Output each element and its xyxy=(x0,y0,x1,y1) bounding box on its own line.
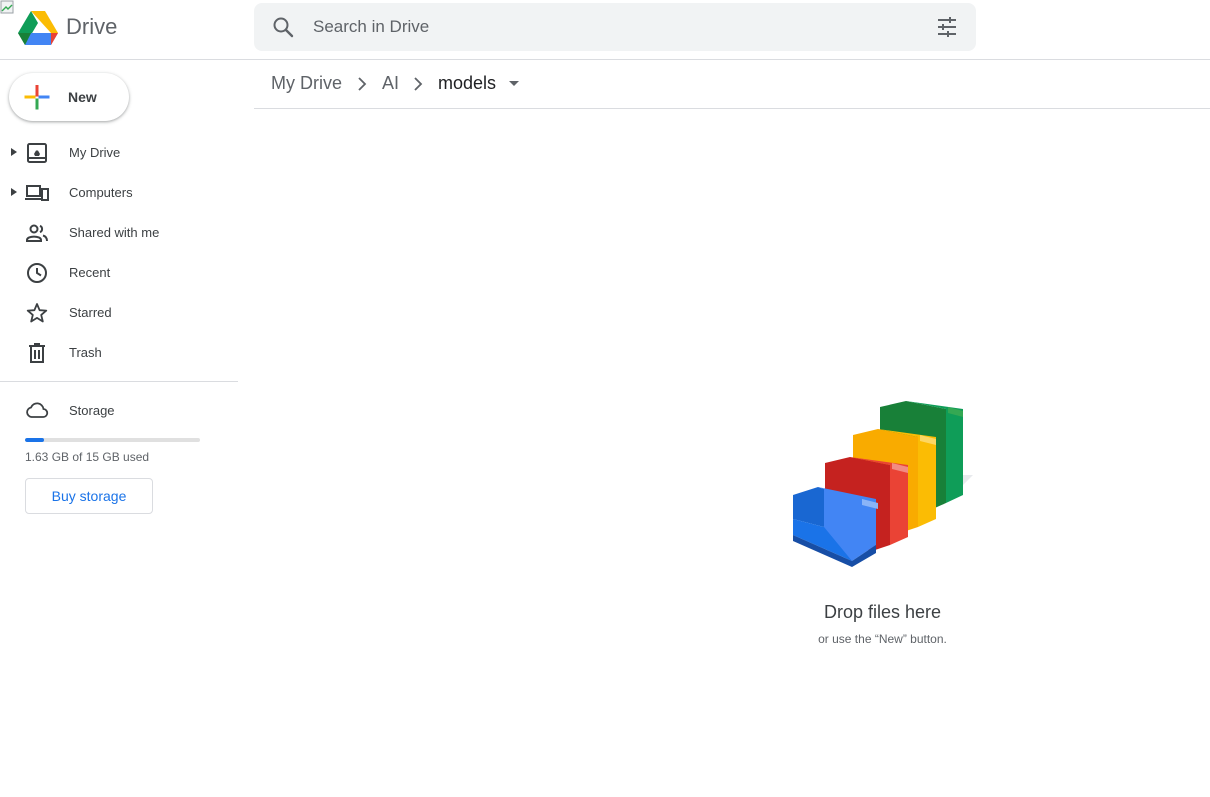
nav-list: My Drive Computers Shared with me Recent… xyxy=(0,132,238,372)
breadcrumb: My Drive AI models xyxy=(254,60,1210,109)
empty-state: Drop files here or use the “New” button. xyxy=(760,395,1005,655)
sidebar-item-storage[interactable]: Storage xyxy=(0,389,238,429)
my-drive-icon xyxy=(27,143,47,163)
sidebar-item-my-drive[interactable]: My Drive xyxy=(0,132,238,172)
storage-label: Storage xyxy=(69,403,115,418)
app-name: Drive xyxy=(66,14,118,39)
sidebar-item-label: Shared with me xyxy=(69,225,160,240)
trash-icon xyxy=(29,343,45,363)
sidebar-item-label: Starred xyxy=(69,305,112,320)
search-options-icon[interactable] xyxy=(935,15,959,39)
top-bar: Drive xyxy=(0,0,1210,60)
sidebar-item-shared-with-me[interactable]: Shared with me xyxy=(0,212,238,252)
storage-meter xyxy=(25,438,200,442)
breadcrumb-item-my-drive[interactable]: My Drive xyxy=(271,73,342,94)
buy-storage-button[interactable]: Buy storage xyxy=(25,478,153,514)
drive-logo[interactable]: Drive xyxy=(18,9,117,45)
search-input[interactable] xyxy=(311,7,901,47)
caret-down-icon[interactable] xyxy=(508,79,520,89)
clock-icon xyxy=(27,263,47,283)
chevron-right-icon xyxy=(414,77,423,91)
empty-state-title: Drop files here xyxy=(823,602,942,622)
broken-image-icon xyxy=(0,0,14,14)
star-icon xyxy=(26,303,48,323)
storage-meter-fill xyxy=(25,438,45,442)
breadcrumb-item-models[interactable]: models xyxy=(438,73,496,94)
sidebar-item-starred[interactable]: Starred xyxy=(0,292,238,332)
sidebar-item-label: Recent xyxy=(69,265,111,280)
sidebar-item-label: Computers xyxy=(69,185,133,200)
sidebar-item-computers[interactable]: Computers xyxy=(0,172,238,212)
sidebar-item-label: My Drive xyxy=(69,145,121,160)
sidebar: New My Drive Computers Shared with me Re… xyxy=(0,60,238,797)
empty-state-subtitle: or use the “New” button. xyxy=(818,632,947,646)
plus-icon xyxy=(24,85,50,110)
sidebar-item-recent[interactable]: Recent xyxy=(0,252,238,292)
drive-logo-icon xyxy=(18,11,58,45)
computers-icon xyxy=(25,185,49,201)
expand-caret-icon[interactable] xyxy=(10,147,18,157)
sidebar-item-trash[interactable]: Trash xyxy=(0,332,238,372)
storage-used-text: 1.63 GB of 15 GB used xyxy=(25,450,150,464)
expand-caret-icon[interactable] xyxy=(10,187,18,197)
chevron-right-icon xyxy=(358,77,367,91)
search-icon[interactable] xyxy=(271,15,295,39)
drop-files-illustration xyxy=(793,401,973,567)
new-button-label: New xyxy=(68,89,97,105)
sidebar-item-label: Trash xyxy=(69,345,102,360)
shared-icon xyxy=(26,224,48,242)
sidebar-divider xyxy=(0,381,238,382)
search-bar[interactable] xyxy=(254,3,976,51)
cloud-icon xyxy=(26,402,49,418)
new-button[interactable]: New xyxy=(9,73,129,121)
breadcrumb-item-ai[interactable]: AI xyxy=(382,73,399,94)
